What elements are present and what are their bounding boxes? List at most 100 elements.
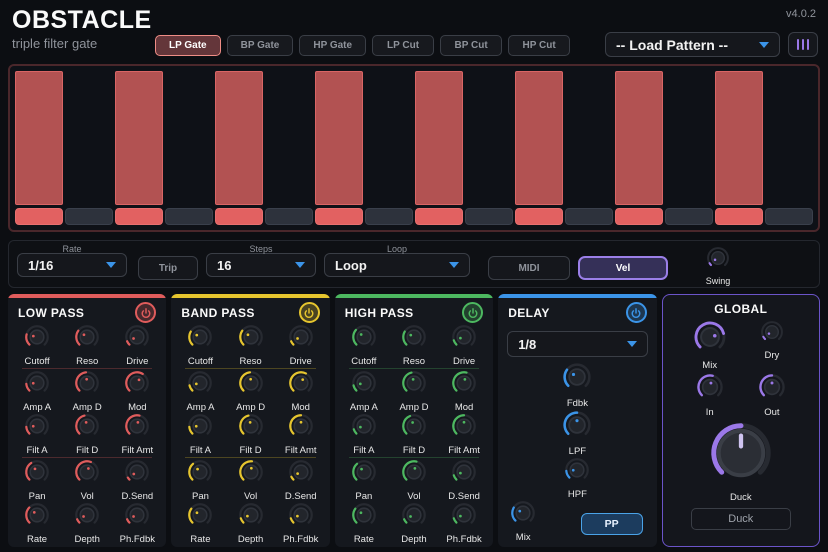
filter-mode-bp-cut[interactable]: BP Cut (440, 35, 502, 56)
power-button[interactable] (135, 302, 156, 323)
seq-step[interactable] (165, 71, 213, 225)
knob[interactable] (401, 459, 427, 490)
knob[interactable] (564, 457, 590, 488)
knob[interactable] (288, 459, 314, 490)
seq-step-toggle[interactable] (315, 208, 363, 225)
seq-step[interactable] (715, 71, 763, 225)
trip-button[interactable]: Trip (138, 256, 198, 280)
knob[interactable] (124, 502, 150, 533)
seq-step-toggle[interactable] (565, 208, 613, 225)
knob[interactable] (74, 370, 100, 401)
knob[interactable] (760, 320, 784, 349)
seq-step-toggle[interactable] (515, 208, 563, 225)
filter-mode-hp-cut[interactable]: HP Cut (508, 35, 570, 56)
seq-bar-area[interactable] (615, 71, 663, 205)
rate-select[interactable]: 1/16 (17, 253, 127, 277)
seq-step[interactable] (115, 71, 163, 225)
knob[interactable] (238, 459, 264, 490)
seq-step-toggle[interactable] (215, 208, 263, 225)
filter-mode-lp-cut[interactable]: LP Cut (372, 35, 434, 56)
knob[interactable] (187, 370, 213, 401)
seq-bar-area[interactable] (565, 71, 613, 205)
seq-bar-area[interactable] (215, 71, 263, 205)
seq-step[interactable] (215, 71, 263, 225)
knob[interactable] (124, 413, 150, 444)
knob[interactable] (401, 413, 427, 444)
knob[interactable] (288, 324, 314, 355)
loop-select[interactable]: Loop (324, 253, 470, 277)
seq-step[interactable] (15, 71, 63, 225)
seq-bar-area[interactable] (15, 71, 63, 205)
knob[interactable] (124, 459, 150, 490)
seq-step-toggle[interactable] (115, 208, 163, 225)
seq-step-toggle[interactable] (765, 208, 813, 225)
knob[interactable] (74, 324, 100, 355)
knob[interactable] (187, 413, 213, 444)
filter-mode-bp-gate[interactable]: BP Gate (227, 35, 294, 56)
power-button[interactable] (462, 302, 483, 323)
seq-step-toggle[interactable] (265, 208, 313, 225)
knob[interactable] (351, 502, 377, 533)
seq-step-toggle[interactable] (615, 208, 663, 225)
seq-step-toggle[interactable] (165, 208, 213, 225)
knob[interactable] (124, 370, 150, 401)
knob[interactable] (238, 502, 264, 533)
knob[interactable] (288, 502, 314, 533)
seq-bar-area[interactable] (265, 71, 313, 205)
seq-step-toggle[interactable] (665, 208, 713, 225)
knob[interactable] (351, 370, 377, 401)
filter-mode-hp-gate[interactable]: HP Gate (299, 35, 366, 56)
seq-step[interactable] (315, 71, 363, 225)
knob[interactable] (74, 502, 100, 533)
knob[interactable] (24, 324, 50, 355)
seq-bar-area[interactable] (465, 71, 513, 205)
knob[interactable] (401, 370, 427, 401)
seq-step[interactable] (565, 71, 613, 225)
knob[interactable] (187, 502, 213, 533)
knob[interactable] (451, 413, 477, 444)
knob[interactable] (74, 459, 100, 490)
seq-bar-area[interactable] (315, 71, 363, 205)
knob[interactable] (238, 413, 264, 444)
seq-step[interactable] (65, 71, 113, 225)
knob[interactable] (24, 413, 50, 444)
seq-bar-area[interactable] (65, 71, 113, 205)
knob[interactable] (238, 324, 264, 355)
seq-step[interactable] (265, 71, 313, 225)
knob[interactable] (351, 413, 377, 444)
steps-select[interactable]: 16 (206, 253, 316, 277)
seq-step-toggle[interactable] (15, 208, 63, 225)
knob[interactable] (24, 370, 50, 401)
seq-step[interactable] (465, 71, 513, 225)
power-button[interactable] (626, 302, 647, 323)
seq-step[interactable] (665, 71, 713, 225)
swing-knob[interactable] (706, 246, 730, 275)
seq-bar-area[interactable] (515, 71, 563, 205)
seq-step-toggle[interactable] (365, 208, 413, 225)
seq-bar-area[interactable] (715, 71, 763, 205)
pp-button[interactable]: PP (581, 513, 643, 535)
knob[interactable] (401, 324, 427, 355)
knob[interactable] (24, 459, 50, 490)
knob[interactable] (451, 370, 477, 401)
pattern-bars-button[interactable] (788, 32, 818, 57)
knob[interactable] (351, 324, 377, 355)
filter-mode-lp-gate[interactable]: LP Gate (155, 35, 221, 56)
seq-bar-area[interactable] (165, 71, 213, 205)
knob[interactable] (187, 459, 213, 490)
load-pattern-select[interactable]: -- Load Pattern -- (605, 32, 780, 57)
seq-step[interactable] (515, 71, 563, 225)
seq-step[interactable] (765, 71, 813, 225)
knob[interactable] (124, 324, 150, 355)
seq-step[interactable] (615, 71, 663, 225)
knob[interactable] (451, 324, 477, 355)
seq-step-toggle[interactable] (715, 208, 763, 225)
power-button[interactable] (299, 302, 320, 323)
vel-button[interactable]: Vel (578, 256, 668, 280)
knob[interactable] (74, 413, 100, 444)
knob[interactable] (758, 373, 786, 406)
knob[interactable] (187, 324, 213, 355)
knob[interactable] (24, 502, 50, 533)
seq-step-toggle[interactable] (465, 208, 513, 225)
seq-bar-area[interactable] (665, 71, 713, 205)
